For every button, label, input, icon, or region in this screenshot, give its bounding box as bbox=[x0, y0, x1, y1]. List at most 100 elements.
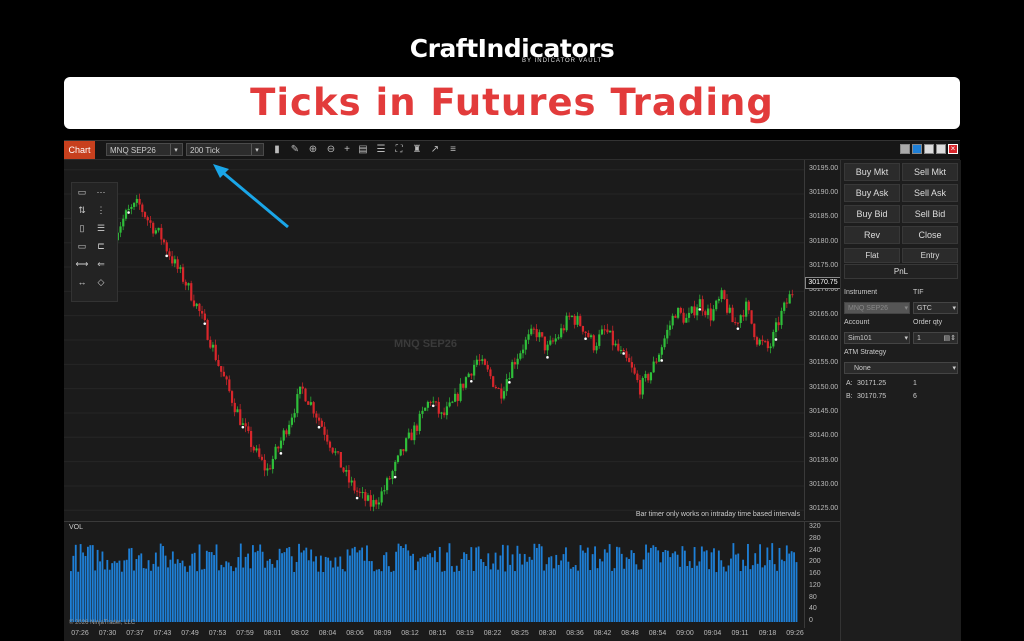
candle-body bbox=[464, 377, 468, 388]
vertical-rect-icon[interactable]: ▯ bbox=[75, 221, 89, 235]
price-axis[interactable]: 30195.00 30190.00 30185.00 30180.00 30175.00… bbox=[804, 160, 841, 520]
screenshot-icon[interactable]: ⛶ bbox=[393, 143, 405, 156]
vertical-dots-icon[interactable]: ⋮ bbox=[94, 203, 108, 217]
window-color-icon[interactable] bbox=[912, 144, 922, 154]
candle-body bbox=[497, 388, 500, 390]
strategies-icon[interactable]: ♜ bbox=[411, 143, 423, 156]
buy-ask-button[interactable]: Buy Ask bbox=[844, 184, 900, 202]
volume-bar bbox=[727, 565, 730, 622]
volume-bar bbox=[453, 571, 456, 622]
time-axis[interactable]: 07:26 07:30 07:37 07:43 07:49 07:53 07:59 08:01… bbox=[64, 627, 804, 641]
zoom-in-icon[interactable]: ⊕ bbox=[307, 143, 319, 156]
volume-bar bbox=[213, 555, 215, 622]
reverse-button[interactable]: Rev bbox=[844, 226, 900, 244]
volume-bar bbox=[366, 545, 368, 622]
volume-bar bbox=[455, 565, 458, 622]
fib-extension-icon[interactable]: ⊏ bbox=[94, 239, 108, 253]
minimize-icon[interactable] bbox=[924, 144, 934, 154]
zoom-out-icon[interactable]: ⊖ bbox=[325, 143, 337, 156]
candle-body bbox=[587, 333, 590, 338]
bar-marker bbox=[355, 496, 359, 500]
stepper-icon[interactable]: ▤⇕ bbox=[944, 333, 956, 344]
candle-body bbox=[636, 373, 639, 381]
candle-body bbox=[467, 373, 470, 378]
indicators-icon[interactable]: ↗ bbox=[429, 143, 441, 156]
volume-bar bbox=[140, 553, 143, 622]
volume-panel[interactable]: VOL © 2026 NinjaTrader, LLC bbox=[64, 521, 804, 628]
volume-bar bbox=[392, 570, 395, 622]
close-position-button[interactable]: Close bbox=[902, 226, 958, 244]
arrows-icon[interactable]: ⇅ bbox=[75, 203, 89, 217]
interval-selector[interactable]: 200 Tick ▾ bbox=[186, 143, 264, 156]
volume-bar bbox=[244, 556, 247, 622]
candle-body bbox=[440, 412, 443, 414]
candle-body bbox=[402, 449, 405, 452]
candle-body bbox=[206, 320, 209, 340]
entry-button[interactable]: Entry bbox=[902, 248, 958, 263]
candle-body bbox=[712, 309, 715, 321]
candle-body bbox=[353, 480, 356, 491]
pencil-draw-icon[interactable]: ✎ bbox=[289, 143, 301, 156]
atm-strategy-select[interactable]: None ▾ bbox=[844, 362, 958, 374]
candle-body bbox=[598, 334, 601, 346]
window-tile-icon[interactable] bbox=[900, 144, 910, 154]
volume-bar bbox=[472, 570, 475, 622]
candle-body bbox=[396, 455, 400, 462]
candle-body bbox=[611, 330, 614, 346]
buy-market-button[interactable]: Buy Mkt bbox=[844, 163, 900, 181]
sell-ask-button[interactable]: Sell Ask bbox=[902, 184, 958, 202]
sell-market-button[interactable]: Sell Mkt bbox=[902, 163, 958, 181]
volume-histogram bbox=[70, 543, 798, 622]
candle-body bbox=[288, 424, 291, 435]
diamond-icon[interactable]: ◇ bbox=[94, 275, 108, 289]
candle-body bbox=[508, 378, 511, 380]
buy-bid-button[interactable]: Buy Bid bbox=[844, 205, 900, 223]
tif-select[interactable]: GTC ▾ bbox=[913, 302, 958, 314]
volume-bar bbox=[540, 546, 543, 622]
volume-bar bbox=[492, 563, 495, 622]
dotted-line-icon[interactable]: ⋯ bbox=[94, 185, 108, 199]
flat-button[interactable]: Flat bbox=[844, 248, 900, 263]
properties-icon[interactable]: ☰ bbox=[375, 143, 387, 156]
time-tick-label: 08:15 bbox=[428, 630, 447, 637]
data-box-icon[interactable]: ▤ bbox=[357, 143, 369, 156]
close-icon[interactable]: × bbox=[948, 144, 958, 154]
candle-body bbox=[236, 409, 239, 413]
volume-bar bbox=[625, 557, 628, 622]
fib-lines-icon[interactable]: ☰ bbox=[94, 221, 108, 235]
bar-type-icon[interactable]: ▮ bbox=[271, 143, 283, 156]
restore-icon[interactable] bbox=[936, 144, 946, 154]
ray-icon[interactable]: ⇐ bbox=[94, 257, 108, 271]
price-panel[interactable]: MNQ SEP26 ▭ ⋯ ⇅ ⋮ ▯ ☰ ▭ ⊏ ⟷ ⇐ ↔ ◇ Bar ti… bbox=[64, 160, 804, 520]
candle-body bbox=[323, 426, 326, 435]
templates-icon[interactable]: ≡ bbox=[447, 143, 459, 156]
volume-tick-label: 80 bbox=[809, 593, 817, 601]
candle-body bbox=[473, 364, 476, 376]
volume-bar bbox=[351, 548, 354, 622]
horizontal-line-icon[interactable]: ⟷ bbox=[75, 257, 89, 271]
volume-bar bbox=[363, 560, 366, 622]
bid-size: 6 bbox=[913, 393, 917, 400]
crosshair-icon[interactable]: + bbox=[341, 143, 353, 156]
candle-body bbox=[666, 329, 669, 339]
volume-bar bbox=[696, 565, 698, 622]
volume-bar bbox=[744, 565, 747, 622]
account-select[interactable]: Sim101 ▾ bbox=[844, 332, 910, 344]
extended-line-icon[interactable]: ↔ bbox=[75, 275, 89, 289]
candle-body bbox=[209, 339, 212, 348]
chart-tab[interactable]: Chart bbox=[64, 141, 95, 159]
rectangle-icon[interactable]: ▭ bbox=[75, 239, 89, 253]
instrument-selector[interactable]: MNQ SEP26 ▾ bbox=[106, 143, 183, 156]
volume-bar bbox=[242, 567, 245, 622]
candle-body bbox=[655, 361, 658, 363]
order-qty-stepper[interactable]: 1 ▤⇕ bbox=[913, 332, 958, 344]
candle-body bbox=[745, 301, 748, 317]
volume-bar bbox=[426, 554, 429, 622]
candle-body bbox=[375, 500, 378, 505]
volume-bar bbox=[334, 557, 337, 622]
ruler-icon[interactable]: ▭ bbox=[75, 185, 89, 199]
price-tick-label: 30160.00 bbox=[809, 335, 839, 342]
instrument-selector-value: MNQ SEP26 bbox=[110, 146, 156, 155]
sell-bid-button[interactable]: Sell Bid bbox=[902, 205, 958, 223]
volume-bar bbox=[409, 555, 412, 622]
